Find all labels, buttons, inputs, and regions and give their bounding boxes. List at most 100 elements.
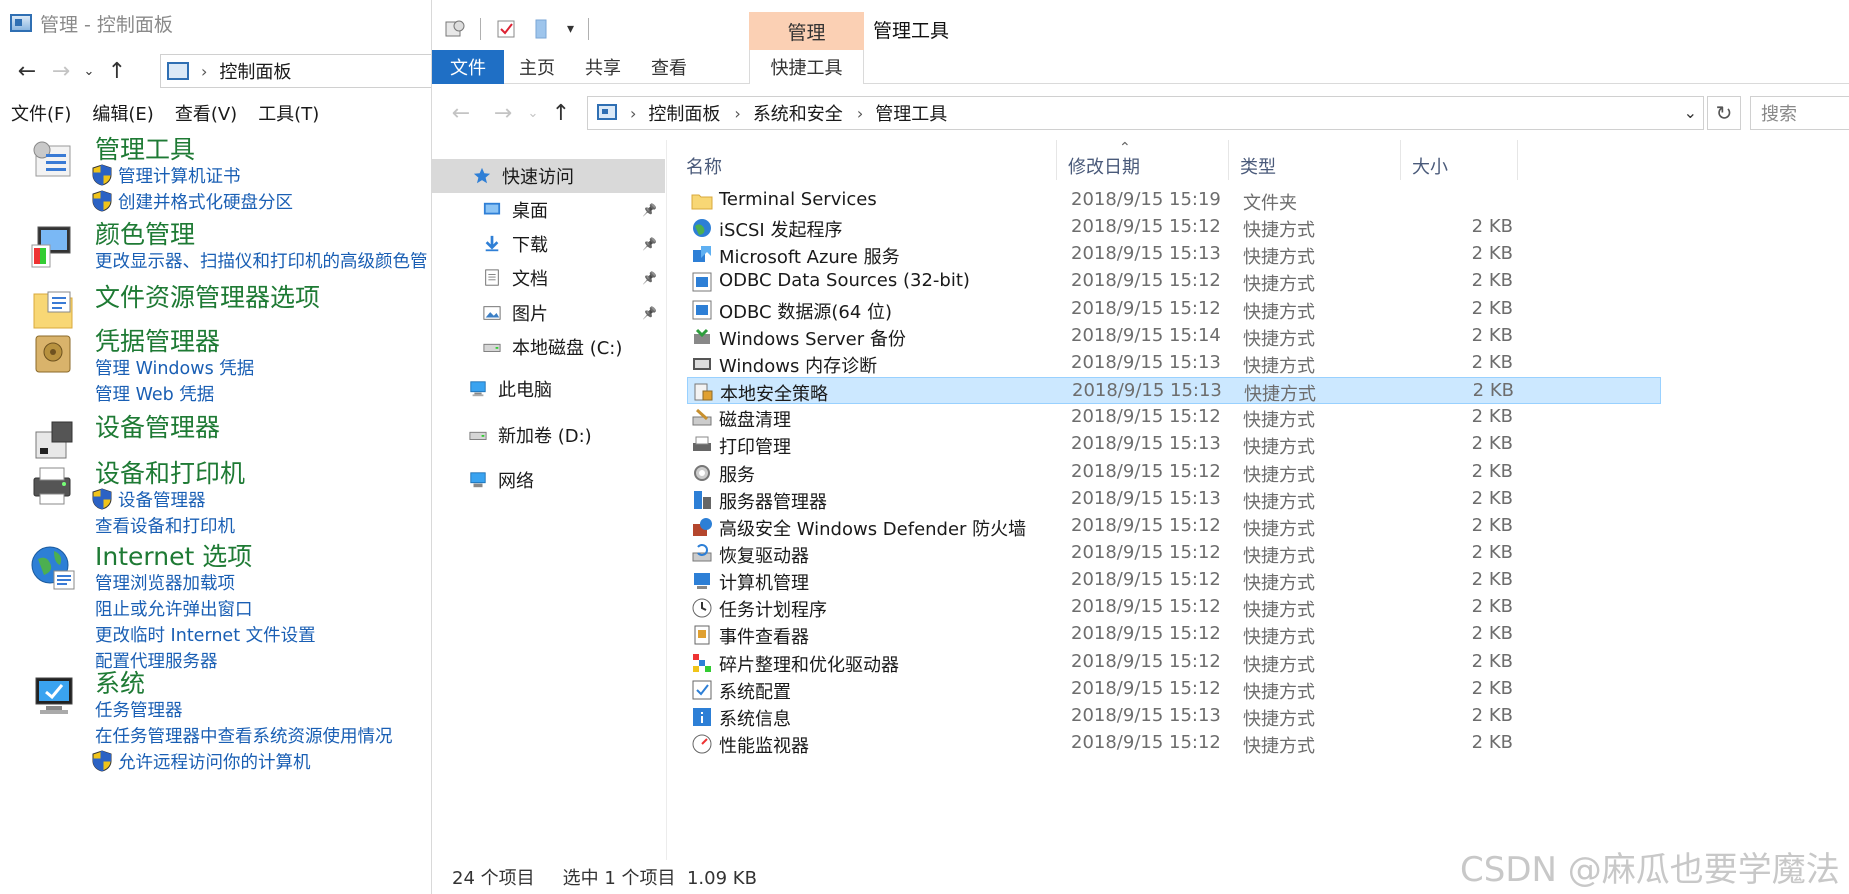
breadcrumb-system-security[interactable]: 系统和安全: [753, 100, 843, 126]
tab-shortcut-tools[interactable]: 快捷工具: [749, 50, 864, 84]
file-row[interactable]: 打印管理 2018/9/15 15:13 快捷方式 2 KB: [687, 431, 1661, 458]
pin-icon[interactable]: 📌: [642, 203, 657, 217]
category-link[interactable]: 管理 Windows 凭据: [95, 355, 254, 380]
file-row[interactable]: 高级安全 Windows Defender 防火墙 2018/9/15 15:12…: [687, 513, 1661, 540]
category-link[interactable]: 更改临时 Internet 文件设置: [95, 622, 316, 647]
system-icon[interactable]: [28, 670, 78, 720]
file-row[interactable]: 任务计划程序 2018/9/15 15:12 快捷方式 2 KB: [687, 594, 1661, 621]
category-title[interactable]: 系统: [95, 664, 145, 700]
column-header-name[interactable]: 名称: [686, 148, 722, 184]
nav-item[interactable]: 桌面 📌: [432, 193, 665, 227]
properties-icon[interactable]: [444, 18, 466, 40]
category-link[interactable]: 阻止或允许弹出窗口: [95, 596, 253, 621]
chevron-right-icon[interactable]: ›: [857, 104, 863, 123]
devices-printers-icon[interactable]: [28, 460, 78, 510]
chevron-right-icon[interactable]: ›: [630, 104, 636, 123]
nav-item[interactable]: 快速访问: [432, 159, 665, 193]
forward-arrow-icon[interactable]: →: [44, 54, 78, 88]
file-row[interactable]: 计算机管理 2018/9/15 15:12 快捷方式 2 KB: [687, 567, 1661, 594]
file-row[interactable]: 性能监视器 2018/9/15 15:12 快捷方式 2 KB: [687, 730, 1661, 757]
category-link[interactable]: 创建并格式化硬盘分区: [118, 189, 293, 214]
column-header-type[interactable]: 类型: [1240, 148, 1276, 184]
category-link[interactable]: 允许远程访问你的计算机: [118, 749, 311, 774]
forward-arrow-icon[interactable]: →: [486, 96, 520, 130]
column-header-size[interactable]: 大小: [1412, 148, 1448, 184]
nav-item[interactable]: 文档 📌: [432, 261, 665, 295]
address-dropdown-chevron-down-icon[interactable]: ⌄: [1684, 103, 1697, 122]
category-link[interactable]: 任务管理器: [95, 697, 183, 722]
explorer-address-bar[interactable]: › 控制面板 › 系统和安全 › 管理工具 ⌄: [587, 96, 1704, 130]
nav-item[interactable]: 图片 📌: [432, 296, 665, 330]
column-divider[interactable]: [1400, 140, 1401, 180]
column-divider[interactable]: [1228, 140, 1229, 180]
file-row[interactable]: 恢复驱动器 2018/9/15 15:12 快捷方式 2 KB: [687, 540, 1661, 567]
column-divider[interactable]: [1517, 140, 1518, 180]
chevron-right-icon[interactable]: ›: [201, 62, 207, 81]
breadcrumb-admin-tools[interactable]: 管理工具: [875, 100, 947, 126]
new-folder-icon[interactable]: [531, 18, 553, 40]
nav-item[interactable]: 新加卷 (D:): [432, 418, 665, 452]
category-title[interactable]: 凭据管理器: [95, 322, 220, 358]
nav-item[interactable]: 此电脑: [432, 372, 665, 406]
recent-chevron-down-icon[interactable]: ⌄: [522, 96, 544, 130]
nav-item[interactable]: 下载 📌: [432, 227, 665, 261]
category-link[interactable]: 管理计算机证书: [118, 163, 241, 188]
nav-item[interactable]: 网络: [432, 463, 665, 497]
color-management-icon[interactable]: [28, 221, 78, 271]
file-row[interactable]: 服务器管理器 2018/9/15 15:13 快捷方式 2 KB: [687, 486, 1661, 513]
refresh-icon[interactable]: ↻: [1707, 96, 1741, 130]
file-row[interactable]: 本地安全策略 2018/9/15 15:13 快捷方式 2 KB: [687, 377, 1661, 405]
file-row[interactable]: 系统配置 2018/9/15 15:12 快捷方式 2 KB: [687, 676, 1661, 703]
device-manager-icon[interactable]: [28, 414, 78, 464]
file-row[interactable]: 服务 2018/9/15 15:12 快捷方式 2 KB: [687, 459, 1661, 486]
breadcrumb-control-panel[interactable]: 控制面板: [648, 100, 720, 126]
category-link[interactable]: 在任务管理器中查看系统资源使用情况: [95, 723, 393, 748]
category-title[interactable]: 文件资源管理器选项: [95, 278, 320, 314]
customize-chevron-down-icon[interactable]: ▾: [567, 21, 574, 37]
tab-view[interactable]: 查看: [636, 50, 702, 84]
menu-file[interactable]: 文件(F): [0, 100, 81, 126]
pin-icon[interactable]: 📌: [642, 237, 657, 251]
nav-item[interactable]: 本地磁盘 (C:): [432, 330, 665, 364]
category-link[interactable]: 更改显示器、扫描仪和打印机的高级颜色管: [95, 248, 428, 273]
menu-edit[interactable]: 编辑(E): [81, 100, 163, 126]
back-arrow-icon[interactable]: ←: [10, 54, 44, 88]
up-arrow-icon[interactable]: ↑: [544, 96, 578, 130]
menu-tools[interactable]: 工具(T): [247, 100, 329, 126]
category-link[interactable]: 管理浏览器加载项: [95, 570, 235, 595]
recent-chevron-down-icon[interactable]: ⌄: [78, 54, 100, 88]
file-row[interactable]: Terminal Services 2018/9/15 15:19 文件夹: [687, 187, 1661, 214]
control-panel-address-bar[interactable]: › 控制面板: [160, 54, 431, 88]
file-row[interactable]: Windows 内存诊断 2018/9/15 15:13 快捷方式 2 KB: [687, 350, 1661, 377]
file-row[interactable]: 磁盘清理 2018/9/15 15:12 快捷方式 2 KB: [687, 404, 1661, 431]
folder-options-icon[interactable]: [28, 284, 78, 334]
credential-manager-icon[interactable]: [28, 328, 78, 378]
file-row[interactable]: Microsoft Azure 服务 2018/9/15 15:13 快捷方式 2 K…: [687, 241, 1661, 268]
back-arrow-icon[interactable]: ←: [444, 96, 478, 130]
category-link[interactable]: 设备管理器: [118, 487, 206, 512]
up-arrow-icon[interactable]: ↑: [100, 54, 134, 88]
pin-icon[interactable]: 📌: [642, 271, 657, 285]
file-row[interactable]: Windows Server 备份 2018/9/15 15:14 快捷方式 2 KB: [687, 323, 1661, 350]
checkmark-properties-icon[interactable]: [495, 18, 517, 40]
category-title[interactable]: 设备和打印机: [95, 454, 245, 490]
file-row[interactable]: ODBC 数据源(64 位) 2018/9/15 15:12 快捷方式 2 KB: [687, 296, 1661, 323]
internet-options-icon[interactable]: [28, 543, 78, 593]
tab-home[interactable]: 主页: [504, 50, 570, 84]
tab-share[interactable]: 共享: [570, 50, 636, 84]
menu-view[interactable]: 查看(V): [164, 100, 247, 126]
file-row[interactable]: 系统信息 2018/9/15 15:13 快捷方式 2 KB: [687, 703, 1661, 730]
file-row[interactable]: 碎片整理和优化驱动器 2018/9/15 15:12 快捷方式 2 KB: [687, 649, 1661, 676]
category-title[interactable]: 颜色管理: [95, 215, 195, 251]
file-row[interactable]: ODBC Data Sources (32-bit) 2018/9/15 15:1…: [687, 268, 1661, 295]
category-link[interactable]: 查看设备和打印机: [95, 513, 235, 538]
category-title[interactable]: Internet 选项: [95, 537, 252, 573]
tab-file[interactable]: 文件: [432, 50, 504, 84]
category-title[interactable]: 管理工具: [95, 130, 195, 166]
search-input[interactable]: 搜索: [1750, 96, 1849, 130]
admin-tools-icon[interactable]: [28, 136, 78, 186]
file-row[interactable]: 事件查看器 2018/9/15 15:12 快捷方式 2 KB: [687, 621, 1661, 648]
pin-icon[interactable]: 📌: [642, 306, 657, 320]
context-tab-group-manage[interactable]: 管理: [749, 12, 864, 50]
category-title[interactable]: 设备管理器: [95, 408, 220, 444]
